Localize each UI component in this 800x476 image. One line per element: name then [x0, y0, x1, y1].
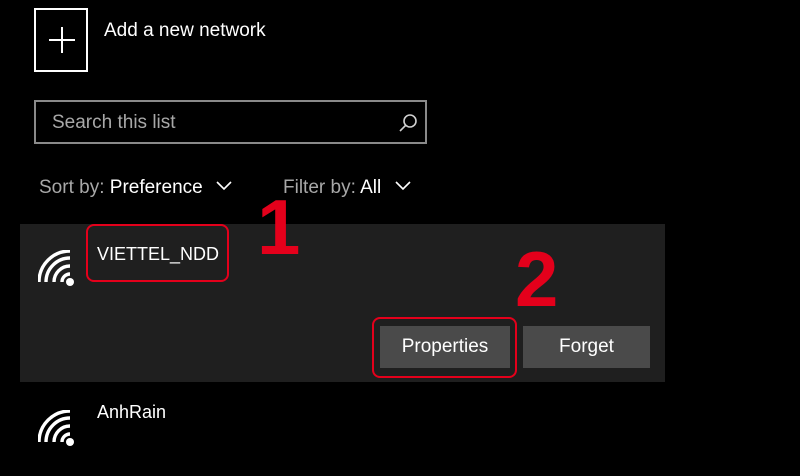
step-1-highlight [86, 224, 229, 282]
chevron-down-icon [394, 181, 411, 191]
add-network-button[interactable] [34, 8, 88, 72]
network-name: AnhRain [97, 402, 167, 422]
sort-value: Preference [109, 177, 203, 198]
add-network-label[interactable]: Add a new network [104, 20, 266, 42]
plus-icon [49, 27, 75, 53]
step-2-number: 2 [515, 235, 559, 323]
search-icon[interactable] [398, 113, 418, 133]
chevron-down-icon [216, 181, 232, 191]
filter-value: All [360, 177, 382, 198]
search-input[interactable] [50, 110, 384, 136]
sort-dropdown[interactable]: Sort by: Preference [39, 177, 232, 199]
forget-button[interactable]: Forget [523, 326, 650, 368]
properties-button[interactable]: Properties [380, 326, 510, 368]
search-box[interactable] [34, 100, 427, 144]
sort-label: Sort by: [39, 177, 105, 198]
step-1-number: 1 [257, 183, 301, 271]
wifi-icon [38, 250, 74, 286]
wifi-icon [38, 410, 74, 446]
filter-dropdown[interactable]: Filter by: All [283, 177, 411, 199]
